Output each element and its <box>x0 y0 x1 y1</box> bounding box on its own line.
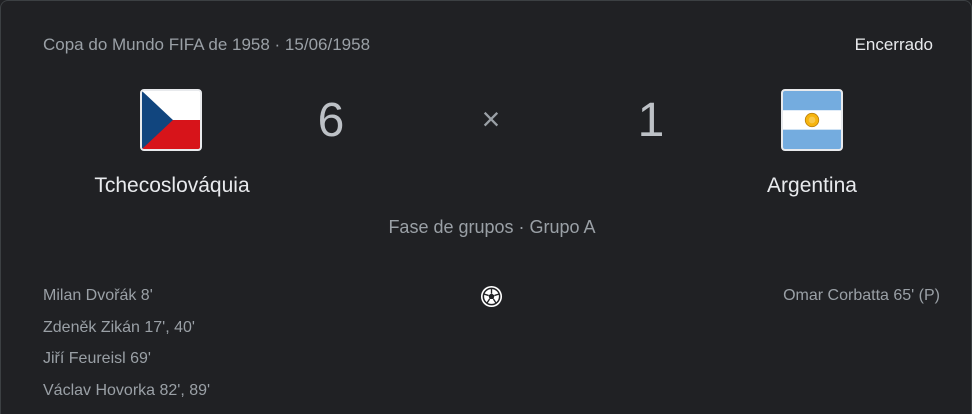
home-scorer: Jiří Feureisl 69' <box>43 350 151 367</box>
competition-date: Copa do Mundo FIFA de 1958 · 15/06/1958 <box>43 35 371 54</box>
home-team-name[interactable]: Tchecoslováquia <box>42 174 302 198</box>
czechoslovakia-flag-icon <box>140 89 202 151</box>
away-team-name[interactable]: Argentina <box>682 174 942 198</box>
home-scorer: Václav Hovorka 82', 89' <box>43 381 211 399</box>
match-stage: Fase de grupos · Grupo A <box>388 217 596 237</box>
home-scorer: Zdeněk Zikán 17', 40' <box>43 318 195 336</box>
match-card[interactable]: Copa do Mundo FIFA de 1958 · 15/06/1958 … <box>0 0 972 414</box>
score-separator: × <box>481 101 501 137</box>
away-scorer: Omar Corbatta 65' (P) <box>783 287 940 304</box>
home-score: 6 <box>317 94 345 147</box>
argentina-flag-icon <box>781 89 843 151</box>
away-score: 1 <box>637 94 665 147</box>
away-scorers-list: Omar Corbatta 65' (P) <box>783 285 940 317</box>
match-status: Encerrado <box>854 35 933 54</box>
home-scorers-list: Milan Dvořák 8' Zdeněk Zikán 17', 40' Ji… <box>43 285 210 411</box>
soccer-ball-icon <box>480 285 503 308</box>
home-scorer: Milan Dvořák 8' <box>43 287 153 304</box>
